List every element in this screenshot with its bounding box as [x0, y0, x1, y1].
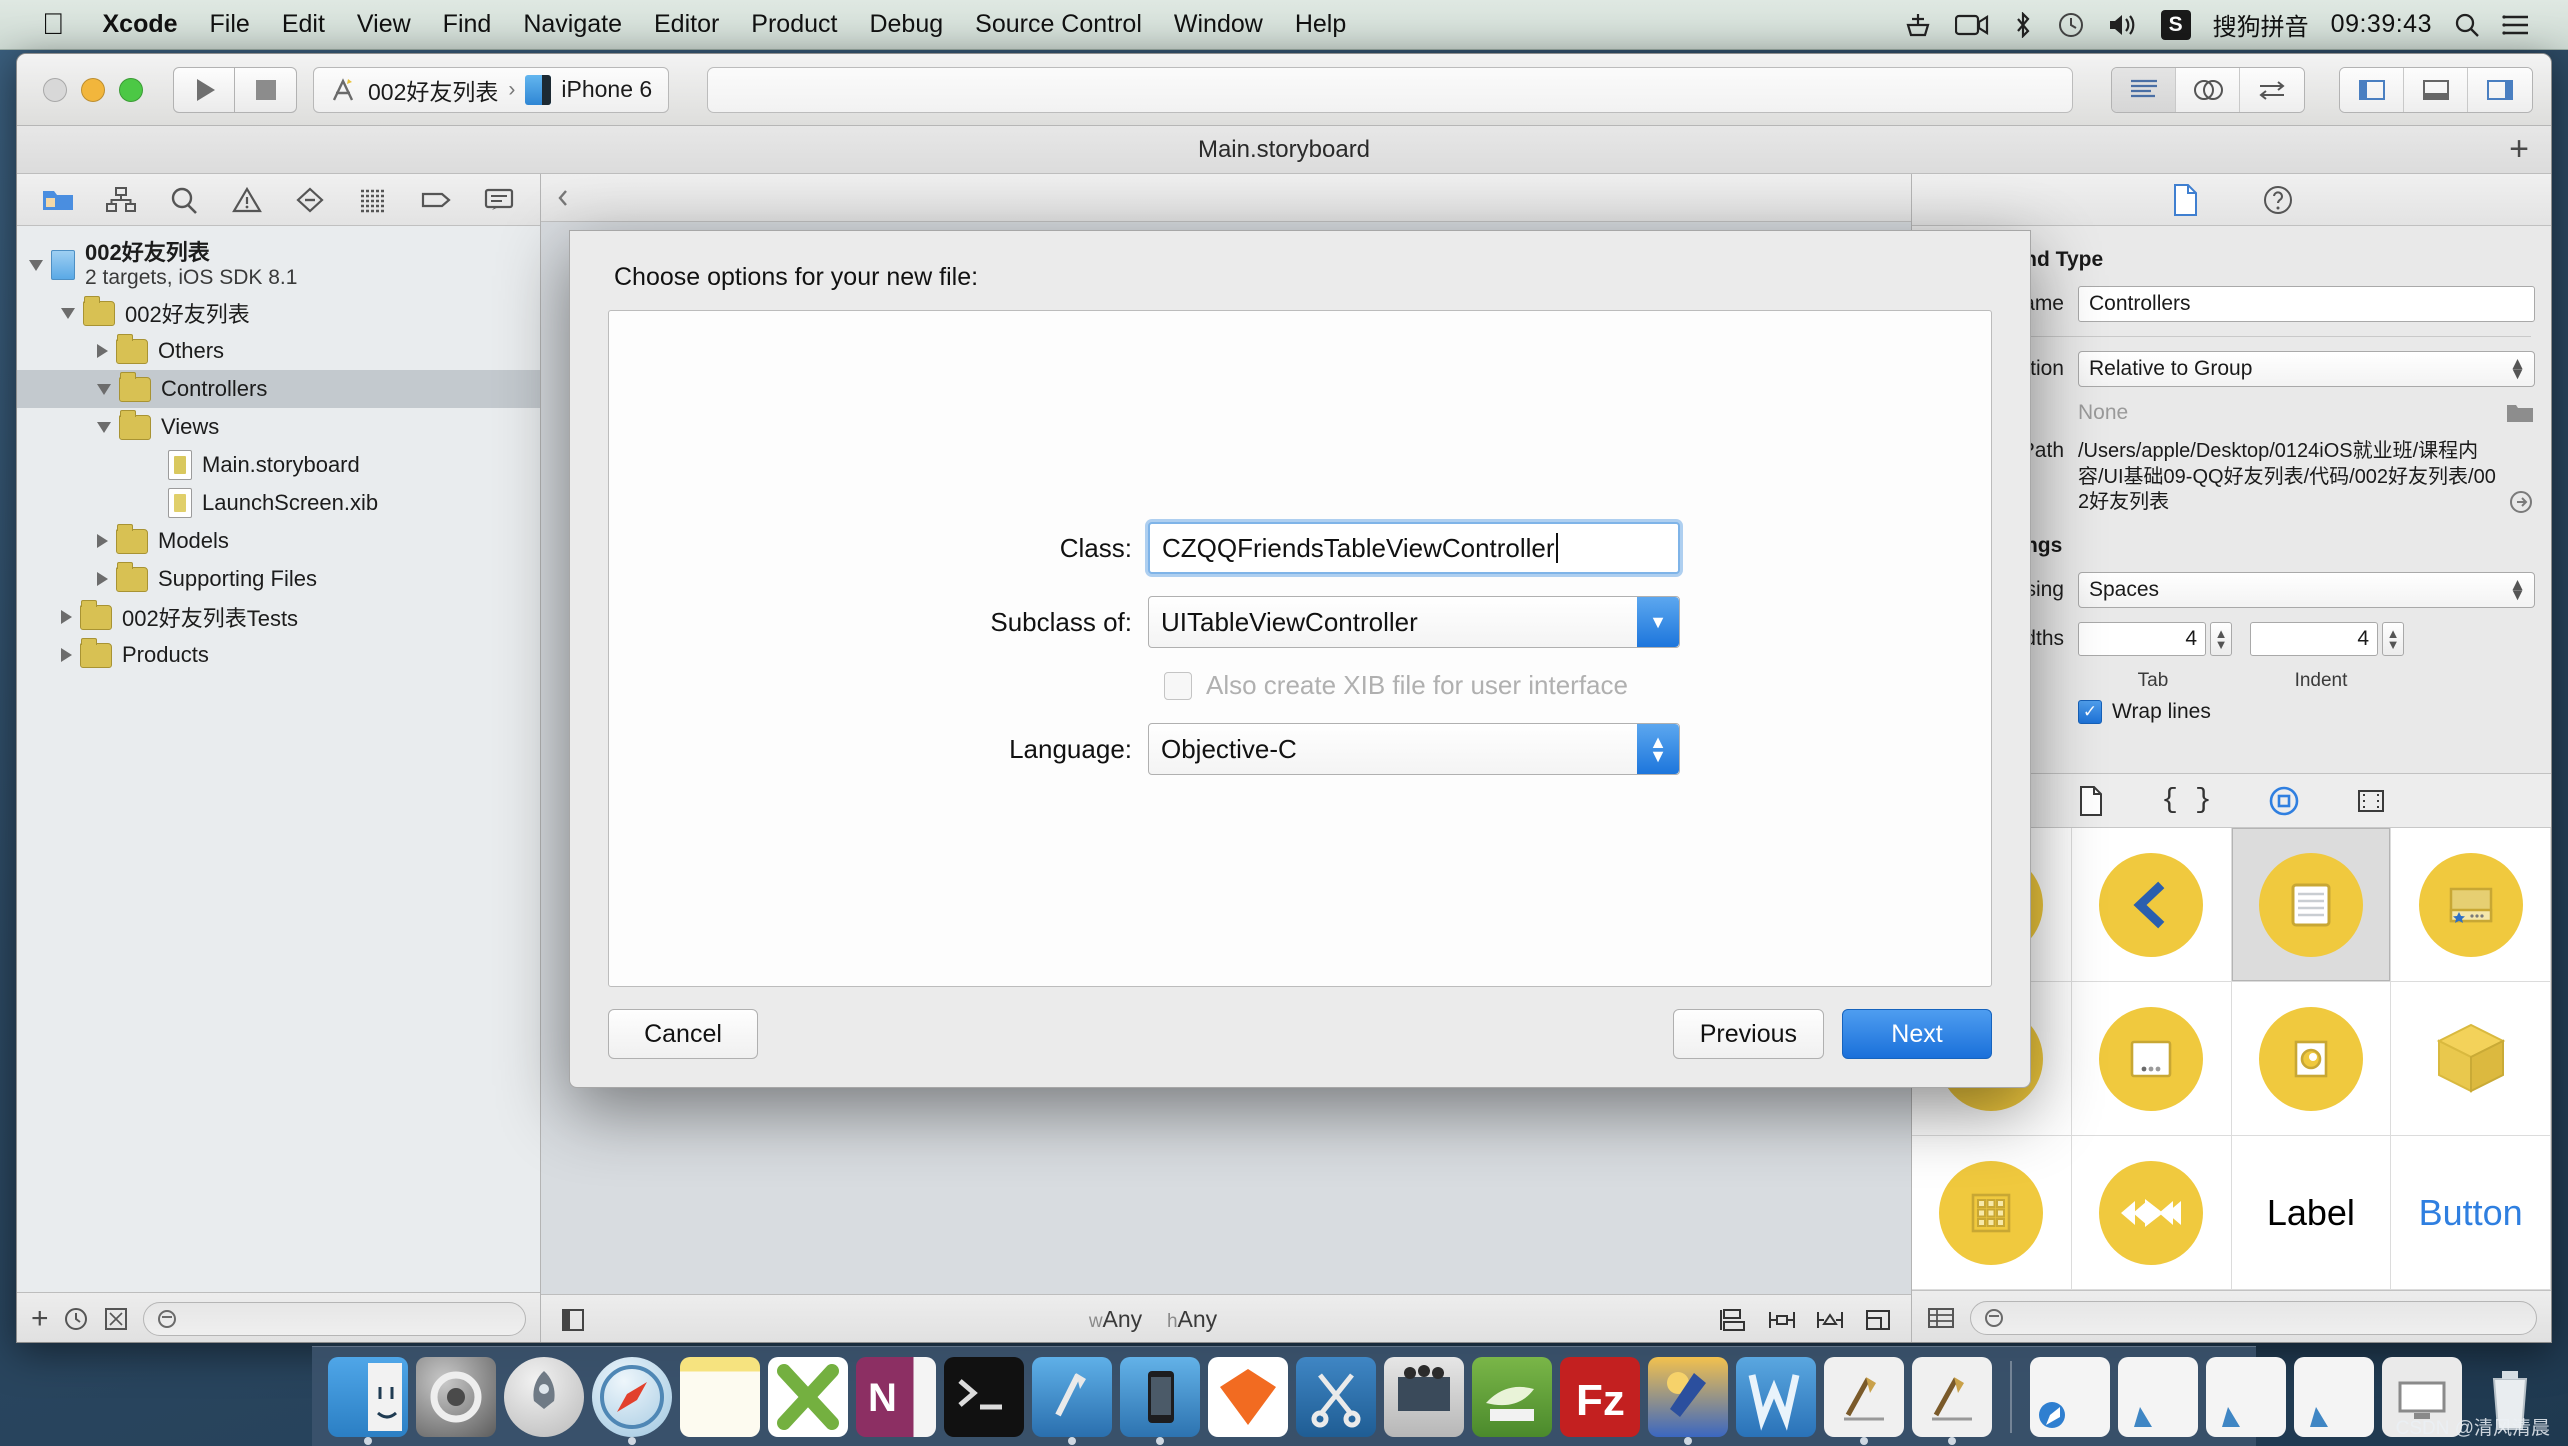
previous-button[interactable]: Previous: [1672, 1009, 1824, 1059]
language-value: Objective-C: [1161, 733, 1297, 764]
screen-record-icon[interactable]: [1954, 13, 1989, 37]
apple-logo-icon[interactable]: : [42, 9, 65, 40]
subclass-row: Subclass of: UITableViewController ▼: [980, 596, 1680, 648]
menu-xcode[interactable]: Xcode: [87, 10, 194, 39]
language-select[interactable]: Objective-C ▲ ▼: [1148, 723, 1680, 775]
class-label: Class:: [1059, 532, 1132, 563]
menu-bar-clock[interactable]: 09:39:43: [2331, 10, 2432, 39]
class-input[interactable]: CZQQFriendsTableViewController: [1148, 522, 1680, 574]
running-indicator: [1068, 1436, 1076, 1445]
chevron-down-icon[interactable]: ▼: [1637, 597, 1679, 647]
spotlight-search-icon[interactable]: [2454, 12, 2480, 38]
menu-file[interactable]: File: [194, 10, 266, 39]
class-row: Class: CZQQFriendsTableViewController: [980, 522, 1680, 574]
menu-source-control[interactable]: Source Control: [959, 10, 1158, 39]
dock-item-snipaste[interactable]: [1296, 1356, 1376, 1437]
text-caret: [1555, 533, 1558, 563]
dock-minimized-doc-window-3[interactable]: [2294, 1356, 2374, 1437]
mac-dock: N Fz: [312, 1346, 2528, 1446]
dock-item-xcode-alt-1[interactable]: [1824, 1356, 1904, 1445]
menu-debug[interactable]: Debug: [853, 10, 959, 39]
menu-view[interactable]: View: [341, 10, 427, 39]
running-indicator: [1948, 1436, 1956, 1445]
menu-navigate[interactable]: Navigate: [507, 10, 638, 39]
dock-item-xcode[interactable]: [1032, 1356, 1112, 1445]
time-machine-icon[interactable]: [2057, 11, 2085, 39]
sheet-title: Choose options for your new file:: [614, 263, 979, 291]
create-xib-checkbox: [1164, 671, 1192, 700]
watermark: CSDN @清风清晨: [2395, 1418, 2550, 1439]
dock-minimized-doc-window-1[interactable]: [2118, 1356, 2198, 1437]
cancel-button[interactable]: Cancel: [608, 1009, 758, 1059]
xcode-window: 002好友列表 › iPhone 6 Main.storyboard + 002…: [16, 53, 2552, 1343]
menu-help[interactable]: Help: [1279, 10, 1362, 39]
subclass-value: UITableViewController: [1161, 606, 1418, 637]
subclass-combobox[interactable]: UITableViewController ▼: [1148, 596, 1680, 648]
dock-item-xcode-alt-2[interactable]: [1912, 1356, 1992, 1445]
menu-product[interactable]: Product: [735, 10, 853, 39]
svg-text:Fz: Fz: [1576, 1376, 1625, 1425]
language-label: Language:: [1009, 733, 1132, 764]
chevron-updown-icon[interactable]: ▲ ▼: [1637, 724, 1679, 774]
plug-icon[interactable]: [1903, 12, 1933, 38]
language-row: Language: Objective-C ▲ ▼: [980, 723, 1680, 775]
running-indicator: [1684, 1436, 1692, 1445]
new-file-form: Class: CZQQFriendsTableViewController Su…: [980, 522, 1680, 775]
create-xib-label: Also create XIB file for user interface: [1206, 670, 1628, 700]
dock-minimized-doc-window-2[interactable]: [2206, 1356, 2286, 1437]
dock-item-system-preferences[interactable]: [416, 1356, 496, 1437]
dock-item-finder[interactable]: [328, 1356, 408, 1445]
dock-item-safari[interactable]: [592, 1356, 672, 1445]
dock-divider: [2010, 1360, 2012, 1433]
menu-editor[interactable]: Editor: [638, 10, 735, 39]
menu-bar-status-items: S 搜狗拼音 09:39:43: [1903, 7, 2552, 42]
xib-checkbox-row: Also create XIB file for user interface: [980, 670, 1680, 701]
dock-item-quicktime[interactable]: [1384, 1356, 1464, 1437]
bluetooth-icon[interactable]: [2011, 11, 2035, 38]
dock-item-terminal[interactable]: [944, 1356, 1024, 1437]
dock-item-onenote[interactable]: N: [856, 1356, 936, 1437]
running-indicator: [1860, 1436, 1868, 1445]
volume-icon[interactable]: [2107, 12, 2139, 38]
class-input-value: CZQQFriendsTableViewController: [1162, 532, 1555, 563]
dock-item-wps[interactable]: [1736, 1356, 1816, 1437]
sogou-ime-label[interactable]: 搜狗拼音: [2213, 7, 2309, 42]
new-file-options-sheet: Choose options for your new file: Class:…: [569, 230, 2031, 1088]
sheet-content-panel: Class: CZQQFriendsTableViewController Su…: [608, 310, 1992, 987]
sogou-ime-badge[interactable]: S: [2160, 9, 2191, 40]
dock-item-sketch[interactable]: [1208, 1356, 1288, 1437]
running-indicator: [1156, 1436, 1164, 1445]
dock-item-launchpad[interactable]: [504, 1356, 584, 1437]
dock-item-filezilla[interactable]: Fz: [1560, 1356, 1640, 1437]
running-indicator: [364, 1436, 372, 1445]
next-button[interactable]: Next: [1842, 1009, 1992, 1059]
dock-item-thunder[interactable]: [1472, 1356, 1552, 1437]
menu-edit[interactable]: Edit: [266, 10, 341, 39]
mac-menu-bar:  Xcode File Edit View Find Navigate Edi…: [0, 0, 2568, 50]
menu-find[interactable]: Find: [427, 10, 508, 39]
dock-item-excel[interactable]: [768, 1356, 848, 1437]
svg-text:N: N: [868, 1376, 897, 1420]
notification-center-icon[interactable]: [2502, 13, 2530, 37]
subclass-label: Subclass of:: [990, 606, 1132, 637]
dock-minimized-safari-window[interactable]: [2030, 1356, 2110, 1437]
running-indicator: [628, 1436, 636, 1445]
menu-window[interactable]: Window: [1158, 10, 1279, 39]
dock-item-ios-simulator[interactable]: [1120, 1356, 1200, 1445]
sheet-button-bar: Cancel Previous Next: [608, 1009, 1992, 1059]
dock-item-notes[interactable]: [680, 1356, 760, 1437]
dock-item-word[interactable]: [1648, 1356, 1728, 1445]
